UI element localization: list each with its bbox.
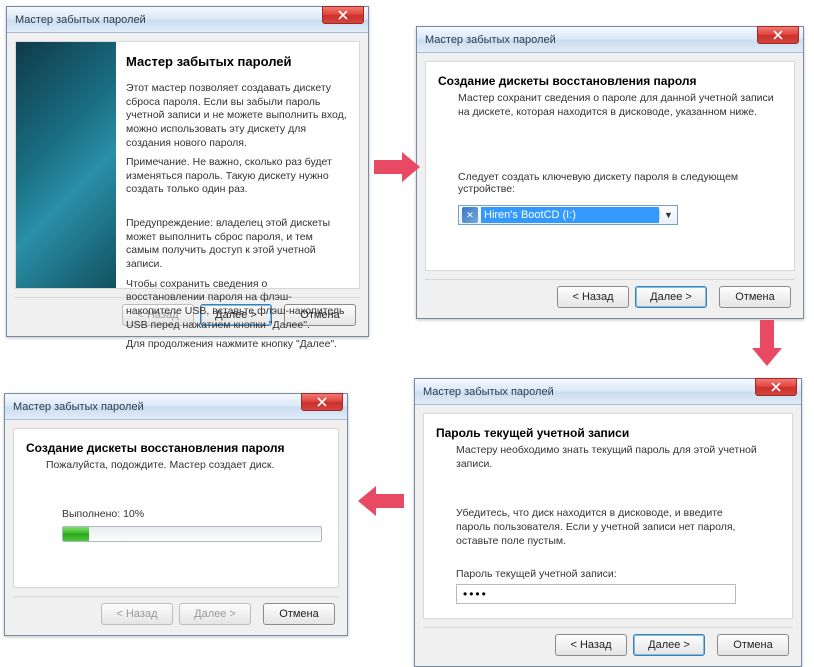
window-title: Мастер забытых паролей bbox=[11, 14, 364, 26]
page-heading: Создание дискеты восстановления пароля bbox=[26, 441, 326, 455]
page-sub: Мастер сохранит сведения о пароле для да… bbox=[458, 91, 782, 119]
arrow-1to2-icon bbox=[374, 152, 420, 182]
button-row: < Назад Далее > Отмена bbox=[415, 628, 801, 666]
drive-selected-text: Hiren's BootCD (I:) bbox=[481, 207, 659, 223]
password-input[interactable] bbox=[456, 584, 736, 604]
window-title: Мастер забытых паролей bbox=[9, 401, 343, 413]
wizard-sidebar-image bbox=[16, 42, 116, 288]
wizard-content: Пароль текущей учетной записи Мастеру не… bbox=[423, 413, 793, 619]
wizard-content: Создание дискеты восстановления пароля М… bbox=[425, 61, 795, 271]
warning-text-2: Чтобы сохранить сведения о восстановлени… bbox=[126, 278, 347, 333]
wizard-content: Создание дискеты восстановления пароля П… bbox=[13, 428, 339, 588]
progress-label: Выполнено: 10% bbox=[62, 508, 326, 520]
close-icon bbox=[771, 382, 781, 392]
next-button: Далее > bbox=[179, 603, 251, 625]
page-sub: Мастеру необходимо знать текущий пароль … bbox=[456, 443, 780, 471]
continue-text: Для продолжения нажмите кнопку "Далее". bbox=[126, 338, 347, 352]
close-button[interactable] bbox=[755, 378, 797, 396]
password-label: Пароль текущей учетной записи: bbox=[456, 568, 780, 580]
titlebar: Мастер забытых паролей bbox=[417, 27, 803, 53]
page-heading: Создание дискеты восстановления пароля bbox=[438, 74, 782, 88]
close-icon bbox=[338, 10, 348, 20]
wizard-step3-window: Мастер забытых паролей Пароль текущей уч… bbox=[414, 378, 802, 667]
page-sub: Пожалуйста, подождите. Мастер создает ди… bbox=[46, 458, 326, 472]
wizard-step2-window: Мастер забытых паролей Создание дискеты … bbox=[416, 26, 804, 319]
arrow-3to4-icon bbox=[358, 486, 404, 516]
back-button[interactable]: < Назад bbox=[557, 286, 629, 308]
wizard-step4-window: Мастер забытых паролей Создание дискеты … bbox=[4, 393, 348, 636]
cancel-button[interactable]: Отмена bbox=[263, 603, 335, 625]
close-button[interactable] bbox=[301, 393, 343, 411]
close-button[interactable] bbox=[757, 26, 799, 44]
window-title: Мастер забытых паролей bbox=[419, 386, 797, 398]
back-button[interactable]: < Назад bbox=[555, 634, 627, 656]
back-button: < Назад bbox=[101, 603, 173, 625]
titlebar: Мастер забытых паролей bbox=[7, 7, 368, 33]
next-button[interactable]: Далее > bbox=[635, 286, 707, 308]
page-heading: Мастер забытых паролей bbox=[126, 54, 347, 69]
window-title: Мастер забытых паролей bbox=[421, 34, 799, 46]
hint-text: Убедитесь, что диск находится в дисковод… bbox=[456, 507, 760, 548]
drive-icon: ✕ bbox=[462, 207, 478, 223]
progress-fill bbox=[63, 527, 89, 541]
close-icon bbox=[773, 30, 783, 40]
wizard-content: Мастер забытых паролей Этот мастер позво… bbox=[15, 41, 360, 289]
arrow-2to3-icon bbox=[752, 320, 782, 366]
warning-text-1: Предупреждение: владелец этой дискеты мо… bbox=[126, 217, 347, 272]
cancel-button[interactable]: Отмена bbox=[719, 286, 791, 308]
cancel-button[interactable]: Отмена bbox=[717, 634, 789, 656]
progress-bar bbox=[62, 526, 322, 542]
page-heading: Пароль текущей учетной записи bbox=[436, 426, 780, 440]
button-row: < Назад Далее > Отмена bbox=[417, 280, 803, 318]
intro-text-1: Этот мастер позволяет создавать дискету … bbox=[126, 82, 347, 150]
titlebar: Мастер забытых паролей bbox=[415, 379, 801, 405]
close-button[interactable] bbox=[322, 6, 364, 24]
drive-label: Следует создать ключевую дискету пароля … bbox=[458, 171, 782, 195]
drive-select[interactable]: ✕ Hiren's BootCD (I:) ▼ bbox=[458, 205, 678, 225]
chevron-down-icon: ▼ bbox=[659, 210, 677, 220]
close-icon bbox=[317, 397, 327, 407]
button-row: < Назад Далее > Отмена bbox=[5, 597, 347, 635]
intro-text-2: Примечание. Не важно, сколько раз будет … bbox=[126, 156, 347, 197]
titlebar: Мастер забытых паролей bbox=[5, 394, 347, 420]
next-button[interactable]: Далее > bbox=[633, 634, 705, 656]
wizard-step1-window: Мастер забытых паролей Мастер забытых па… bbox=[6, 6, 369, 337]
